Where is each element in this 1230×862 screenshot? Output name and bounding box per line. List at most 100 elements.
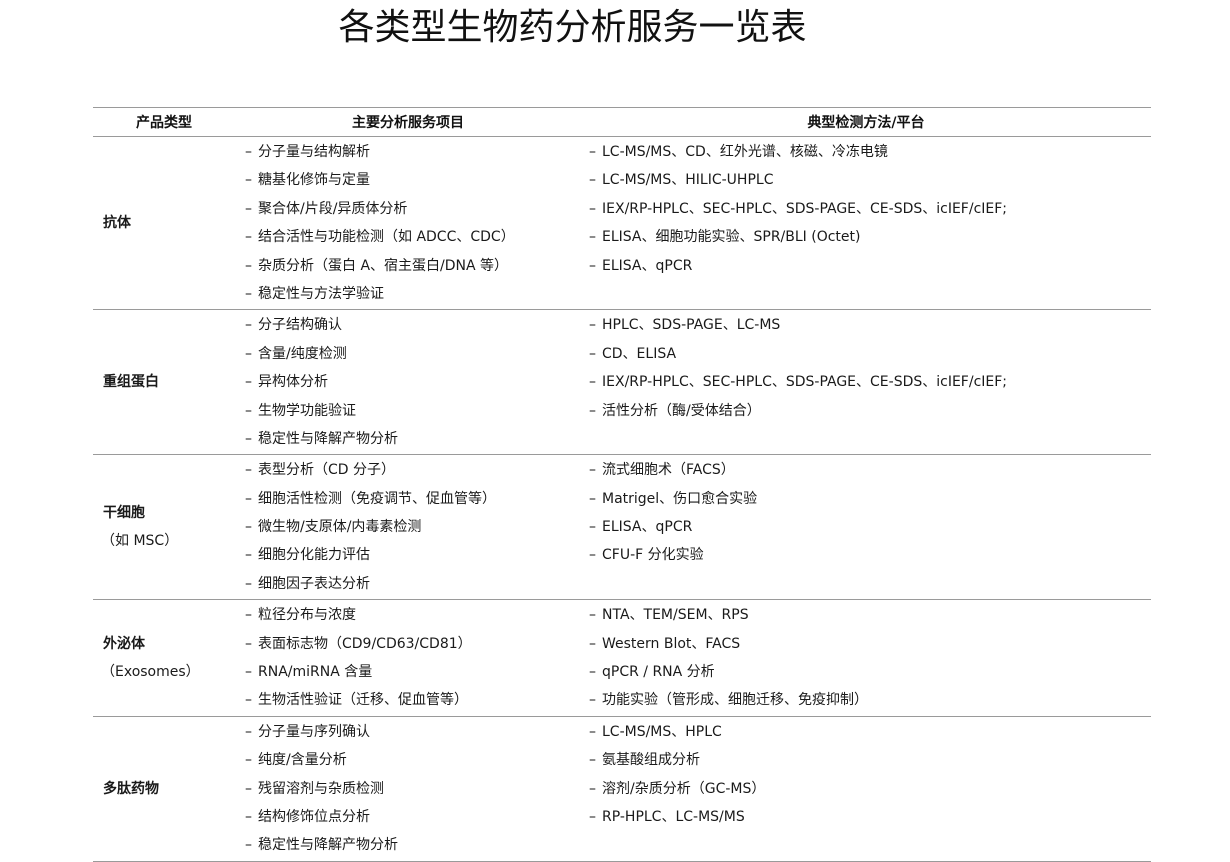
service-item: – 细胞活性检测（免疫调节、促血管等）: [245, 485, 581, 513]
service-item-text: 杂质分析（蛋白 A、宿主蛋白/DNA 等）: [258, 257, 509, 274]
method-item-text: HPLC、SDS-PAGE、LC-MS: [602, 317, 781, 334]
method-item: – RP-HPLC、LC-MS/MS: [589, 803, 1151, 831]
table-row: 抗体 – 分子量与结构解析 – 糖基化修饰与定量 – 聚合体/片段/异质体分析 – 结合活性与功…: [93, 136, 1151, 311]
table-row: 重组蛋白 – 分子结构确认 – 含量/纯度检测 – 异构体分析 – 生物学功能验证 – 稳定性与降解…: [93, 309, 1151, 456]
method-item: – CFU-F 分化实验: [589, 541, 1151, 569]
table-row: 多肽药物 – 分子量与序列确认 – 纯度/含量分析 – 残留溶剂与杂质检测 – 结构修饰位点分析…: [93, 716, 1151, 862]
service-item-text: 异构体分析: [258, 374, 328, 391]
header-methods: 典型检测方法/平台: [581, 107, 1151, 137]
service-item: – 生物学功能验证: [245, 397, 581, 425]
list-bullet: –: [245, 547, 252, 564]
service-item-text: 聚合体/片段/异质体分析: [258, 200, 408, 217]
list-bullet: –: [245, 635, 252, 652]
service-item: – 残留溶剂与杂质检测: [245, 775, 581, 803]
list-bullet: –: [245, 462, 252, 479]
category-label: 干细胞: [103, 505, 145, 522]
services-list: – 分子结构确认 – 含量/纯度检测 – 异构体分析 – 生物学功能验证 – 稳定性与降解产物分析: [235, 310, 581, 454]
category-cell: 外泌体 （Exosomes）: [93, 599, 235, 717]
service-item: – 含量/纯度检测: [245, 340, 581, 368]
method-item: – 氨基酸组成分析: [589, 746, 1151, 774]
service-item-text: 糖基化修饰与定量: [258, 172, 370, 189]
service-item-text: 粒径分布与浓度: [258, 607, 356, 624]
list-bullet: –: [589, 200, 596, 217]
list-bullet: –: [245, 780, 252, 797]
service-item-text: 含量/纯度检测: [258, 345, 347, 362]
method-item-text: CD、ELISA: [602, 345, 677, 362]
services-cell: – 粒径分布与浓度 – 表面标志物（CD9/CD63/CD81） – RNA/miRNA …: [235, 599, 581, 717]
method-item: – qPCR / RNA 分析: [589, 658, 1151, 686]
list-bullet: –: [245, 837, 252, 854]
list-bullet: –: [589, 490, 596, 507]
list-bullet: –: [245, 808, 252, 825]
list-bullet: –: [245, 692, 252, 709]
services-list: – 分子量与序列确认 – 纯度/含量分析 – 残留溶剂与杂质检测 – 结构修饰位点分析 – 稳定性…: [235, 717, 581, 861]
page-title: 各类型生物药分析服务一览表: [338, 7, 807, 48]
list-bullet: –: [245, 490, 252, 507]
list-bullet: –: [589, 172, 596, 189]
category-cell: 干细胞 （如 MSC）: [93, 454, 235, 601]
method-item-text: 溶剂/杂质分析（GC-MS）: [602, 780, 766, 797]
service-item: – 分子量与序列确认: [245, 718, 581, 746]
service-item-text: 结构修饰位点分析: [258, 808, 370, 825]
list-bullet: –: [245, 402, 252, 419]
service-item: – 分子量与结构解析: [245, 138, 581, 166]
method-item-text: LC-MS/MS、HILIC-UHPLC: [602, 172, 774, 189]
service-item: – 糖基化修饰与定量: [245, 166, 581, 194]
method-item-text: RP-HPLC、LC-MS/MS: [602, 808, 745, 825]
method-item: – LC-MS/MS、CD、红外光谱、核磁、冷冻电镜: [589, 138, 1151, 166]
service-item-text: 细胞分化能力评估: [258, 547, 370, 564]
category-cell: 重组蛋白: [93, 309, 235, 456]
service-item-text: 结合活性与功能检测（如 ADCC、CDC）: [258, 229, 515, 246]
category-cell: 抗体: [93, 136, 235, 311]
service-item: – 结合活性与功能检测（如 ADCC、CDC）: [245, 223, 581, 251]
service-item-text: 生物学功能验证: [258, 402, 356, 419]
list-bullet: –: [589, 374, 596, 391]
service-item: – 细胞分化能力评估: [245, 541, 581, 569]
method-item-text: Western Blot、FACS: [602, 635, 741, 652]
list-bullet: –: [245, 144, 252, 160]
service-item-text: RNA/miRNA 含量: [258, 664, 373, 681]
list-bullet: –: [245, 575, 252, 592]
service-item: – 稳定性与降解产物分析: [245, 831, 581, 859]
method-item: – 溶剂/杂质分析（GC-MS）: [589, 775, 1151, 803]
method-item-text: NTA、TEM/SEM、RPS: [602, 607, 749, 624]
list-bullet: –: [589, 229, 596, 246]
list-bullet: –: [589, 257, 596, 274]
service-item: – 生物活性验证（迁移、促血管等）: [245, 686, 581, 714]
service-item-text: 表面标志物（CD9/CD63/CD81）: [258, 635, 472, 652]
list-bullet: –: [245, 723, 252, 740]
service-item: – 纯度/含量分析: [245, 746, 581, 774]
method-item: – HPLC、SDS-PAGE、LC-MS: [589, 311, 1151, 339]
list-bullet: –: [589, 345, 596, 362]
service-item: – 稳定性与方法学验证: [245, 280, 581, 308]
service-item-text: 分子结构确认: [258, 317, 342, 334]
method-item: – LC-MS/MS、HPLC: [589, 718, 1151, 746]
service-item-text: 纯度/含量分析: [258, 752, 347, 769]
method-item-text: 功能实验（管形成、细胞迁移、免疫抑制）: [602, 692, 868, 709]
method-item: – 流式细胞术（FACS）: [589, 456, 1151, 484]
method-item-text: ELISA、细胞功能实验、SPR/BLI (Octet): [602, 229, 861, 246]
list-bullet: –: [245, 229, 252, 246]
method-item: – CD、ELISA: [589, 340, 1151, 368]
services-list: – 表型分析（CD 分子） – 细胞活性检测（免疫调节、促血管等） – 微生物/支原体/内…: [235, 455, 581, 599]
method-item-text: LC-MS/MS、CD、红外光谱、核磁、冷冻电镜: [602, 144, 888, 160]
method-item: – 活性分析（酶/受体结合）: [589, 397, 1151, 425]
service-item-text: 稳定性与方法学验证: [258, 285, 384, 302]
service-item: – RNA/miRNA 含量: [245, 658, 581, 686]
service-item-text: 分子量与序列确认: [258, 723, 370, 740]
service-item: – 杂质分析（蛋白 A、宿主蛋白/DNA 等）: [245, 252, 581, 280]
services-cell: – 分子结构确认 – 含量/纯度检测 – 异构体分析 – 生物学功能验证 – 稳定性与降解产物分析: [235, 309, 581, 456]
service-item: – 结构修饰位点分析: [245, 803, 581, 831]
method-item: – 功能实验（管形成、细胞迁移、免疫抑制）: [589, 686, 1151, 714]
service-item: – 稳定性与降解产物分析: [245, 425, 581, 453]
service-item: – 表面标志物（CD9/CD63/CD81）: [245, 630, 581, 658]
services-cell: – 表型分析（CD 分子） – 细胞活性检测（免疫调节、促血管等） – 微生物/支原体/内…: [235, 454, 581, 601]
header-services: 主要分析服务项目: [235, 107, 581, 137]
methods-list: – LC-MS/MS、CD、红外光谱、核磁、冷冻电镜 – LC-MS/MS、HILIC…: [581, 137, 1151, 281]
list-bullet: –: [245, 607, 252, 624]
list-bullet: –: [245, 345, 252, 362]
services-cell: – 分子量与结构解析 – 糖基化修饰与定量 – 聚合体/片段/异质体分析 – 结合活性与功能检…: [235, 136, 581, 311]
method-item: – ELISA、qPCR: [589, 252, 1151, 280]
service-item-text: 生物活性验证（迁移、促血管等）: [258, 692, 468, 709]
list-bullet: –: [245, 317, 252, 334]
